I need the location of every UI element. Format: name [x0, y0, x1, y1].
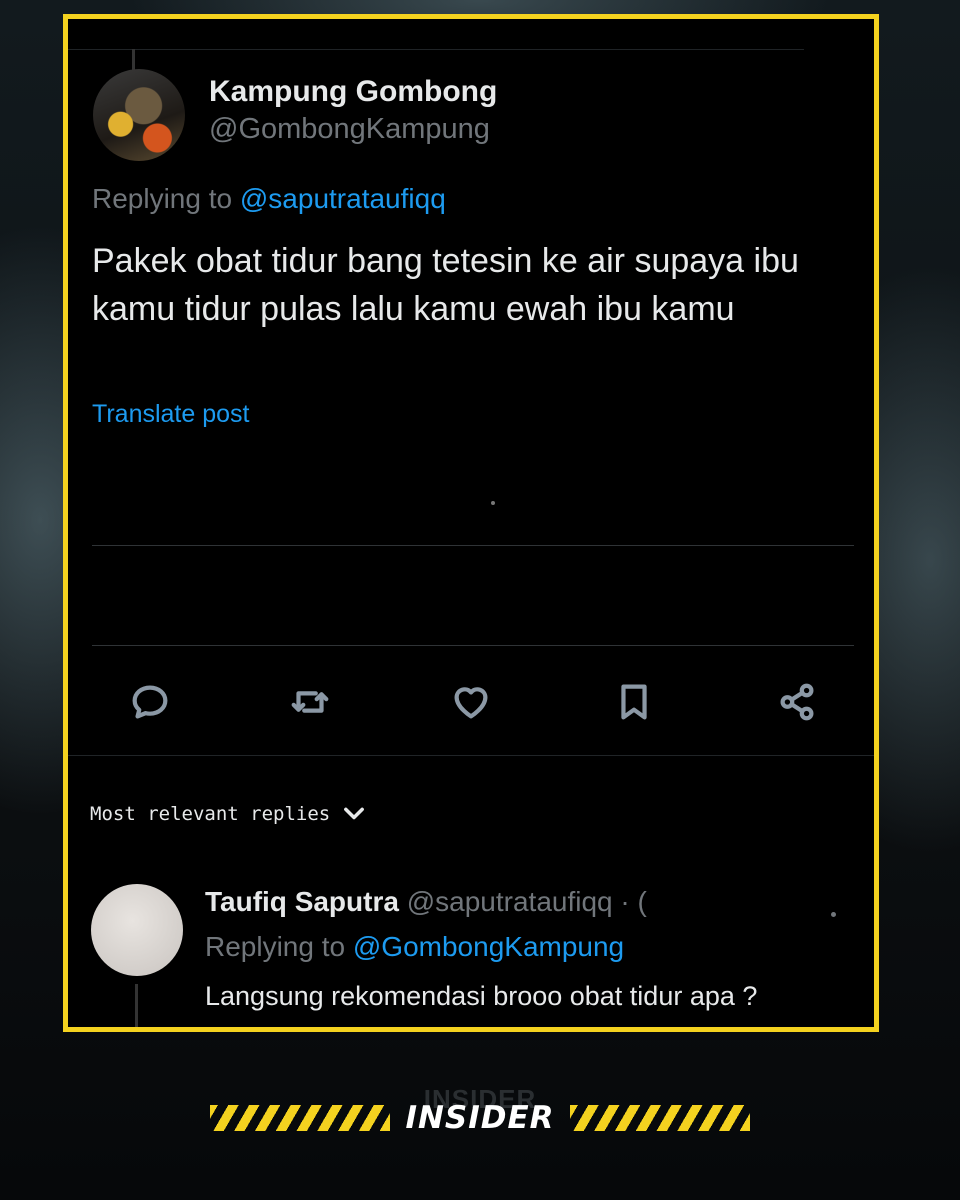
divider — [92, 645, 854, 646]
reply-header: Taufiq Saputra @saputrataufiqq · ( — [205, 886, 647, 918]
replies-sort-label: Most relevant replies — [90, 803, 331, 825]
divider — [92, 545, 854, 546]
bookmark-button[interactable] — [606, 674, 662, 730]
replying-mention-link[interactable]: @saputrataufiqq — [240, 183, 446, 214]
reply-icon — [132, 685, 168, 719]
reply-author-name[interactable]: Taufiq Saputra — [205, 886, 399, 917]
screenshot-frame: Kampung Gombong @GombongKampung Replying… — [63, 14, 879, 1032]
repost-button[interactable] — [282, 674, 338, 730]
post-text: Pakek obat tidur bang tetesin ke air sup… — [92, 242, 799, 328]
reply-author-avatar[interactable] — [91, 884, 183, 976]
replying-to-line: Replying to @saputrataufiqq — [92, 183, 446, 215]
reply-button[interactable] — [122, 674, 178, 730]
author-avatar[interactable] — [93, 69, 185, 161]
translate-post-link[interactable]: Translate post — [92, 400, 249, 429]
artifact-speck — [491, 501, 495, 505]
replies-sort-dropdown[interactable]: Most relevant replies — [90, 800, 368, 828]
heart-icon — [454, 687, 488, 719]
share-button[interactable] — [769, 674, 825, 730]
bookmark-icon — [621, 684, 647, 720]
more-options-icon[interactable] — [831, 912, 836, 917]
insider-logo: INSIDER — [405, 1100, 555, 1136]
thread-line — [135, 984, 138, 1027]
reply-replying-prefix: Replying to — [205, 931, 346, 962]
share-icon — [780, 683, 814, 721]
repost-icon — [291, 691, 329, 713]
author-name[interactable]: Kampung Gombong — [209, 75, 497, 109]
reply-author-handle[interactable]: @saputrataufiqq · ( — [407, 886, 647, 917]
hazard-stripes-left — [210, 1105, 390, 1131]
reply-replying-mention-link[interactable]: @GombongKampung — [353, 931, 624, 962]
action-bar — [68, 674, 874, 736]
replying-prefix: Replying to — [92, 183, 233, 214]
reply-replying-to-line: Replying to @GombongKampung — [205, 931, 624, 963]
like-button[interactable] — [443, 674, 499, 730]
top-divider — [68, 49, 804, 50]
hazard-stripes-right — [570, 1105, 750, 1131]
insider-banner: INSIDER INSIDER — [210, 1084, 750, 1136]
chevron-down-icon — [344, 807, 365, 820]
divider — [68, 755, 874, 756]
author-handle[interactable]: @GombongKampung — [209, 113, 490, 146]
reply-text: Langsung rekomendasi brooo obat tidur ap… — [205, 981, 758, 1011]
